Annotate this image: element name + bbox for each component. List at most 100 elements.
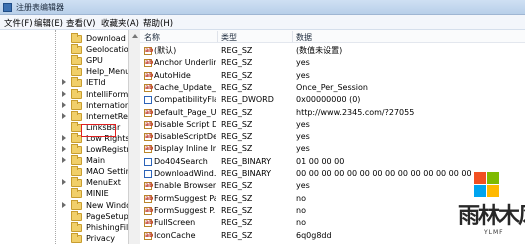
value-data: 0x00000000 (0) [296, 95, 361, 105]
expand-arrow-icon[interactable] [62, 201, 66, 208]
value-row[interactable]: abDisableScriptDe... REG_SZ yes [140, 132, 525, 143]
value-data: 6q0g8dd [296, 230, 332, 240]
folder-icon [71, 199, 82, 210]
tree-item-label: InternetReg [86, 111, 128, 121]
tree-item[interactable]: Help_Menu [0, 66, 128, 77]
tree-item[interactable]: IntelliForm [0, 88, 128, 100]
value-data: yes [296, 181, 310, 191]
value-data: 01 00 00 00 [296, 156, 345, 166]
folder-icon [71, 55, 82, 66]
column-header-data[interactable]: 数据 [296, 32, 312, 43]
value-type: REG_SZ [221, 58, 253, 68]
column-divider[interactable] [217, 31, 218, 42]
list-header: 名称 类型 数据 [140, 30, 525, 43]
value-row[interactable]: abDisable Script D... REG_SZ yes [140, 120, 525, 131]
tree-item[interactable]: MAO Settin [0, 166, 128, 177]
value-data: yes [296, 144, 310, 154]
expand-arrow-icon[interactable] [62, 90, 66, 97]
tree-item-label: Download [86, 34, 126, 43]
menu-help[interactable]: 帮助(H) [143, 17, 173, 29]
tree-item[interactable]: New Windo [0, 199, 128, 211]
value-row[interactable]: abCache_Update_F... REG_SZ Once_Per_Sessio… [140, 83, 525, 94]
value-type: REG_SZ [221, 132, 253, 142]
folder-icon [71, 66, 82, 77]
tree-item-label: Privacy [86, 233, 115, 243]
tree-item[interactable]: InternetReg [0, 110, 128, 122]
regedit-app-icon [3, 3, 12, 12]
folder-icon [71, 99, 82, 110]
value-row[interactable]: CompatibilityFla... REG_DWORD 0x00000000 (… [140, 95, 525, 106]
tree-item[interactable]: PageSetup [0, 210, 128, 222]
value-data: http://www.2345.com/?27055 [296, 107, 415, 117]
value-row[interactable]: Do404Search REG_BINARY 01 00 00 00 [140, 157, 525, 168]
tree-item[interactable]: MenuExt [0, 177, 128, 188]
tree-item[interactable]: GPU [0, 55, 128, 66]
string-value-icon: ab [144, 71, 154, 80]
menu-bar: 文件(F) 编辑(E) 查看(V) 收藏夹(A) 帮助(H) [0, 15, 525, 30]
watermark-text: 雨林木风 [458, 203, 525, 229]
tree-item-label: LowRegistr [86, 145, 128, 154]
value-row[interactable]: abDefault_Page_URL REG_SZ http://www.2345.… [140, 108, 525, 119]
tree-item[interactable]: IETld [0, 77, 128, 88]
tree-item[interactable]: Privacy [0, 232, 128, 244]
value-name: FullScreen [154, 218, 196, 228]
watermark-subtext: YLMF [484, 229, 504, 236]
string-value-icon: ab [144, 145, 154, 154]
value-name: Do404Search [154, 156, 208, 166]
logo-yellow-square [487, 185, 499, 197]
value-row[interactable]: ab AutoHide REG_SZ yes [140, 71, 525, 82]
value-data: yes [296, 119, 310, 129]
value-name: AutoHide [154, 70, 191, 80]
value-name: IconCache [154, 230, 196, 240]
tree-item[interactable]: Download [0, 33, 128, 44]
expand-arrow-icon[interactable] [62, 146, 66, 152]
tree-item-label: Main [86, 156, 106, 166]
tree-item[interactable]: LowRegistr [0, 144, 128, 155]
menu-edit[interactable]: 编辑(E) [34, 17, 63, 29]
folder-icon [71, 33, 82, 43]
folder-icon [71, 166, 82, 177]
value-row[interactable]: DownloadWind... REG_BINARY 00 00 00 00 00 … [140, 169, 525, 180]
tree-item-label: PhishingFil [86, 222, 128, 232]
value-row[interactable]: abDisplay Inline Im... REG_SZ yes [140, 144, 525, 155]
tree-item[interactable]: Main [0, 155, 128, 166]
string-value-icon: ab [144, 231, 154, 240]
expand-arrow-icon[interactable] [62, 112, 66, 119]
value-name: CompatibilityFla... [154, 95, 216, 105]
expand-arrow-icon[interactable] [62, 134, 66, 141]
tree-item[interactable]: Internation [0, 99, 128, 111]
value-row[interactable]: abEnable Browser ... REG_SZ yes [140, 181, 525, 192]
tree-item[interactable]: MINIE [0, 188, 128, 199]
string-value-icon: ab [144, 133, 154, 142]
value-row[interactable]: ab IconCache REG_SZ 6q0g8dd [140, 231, 525, 242]
folder-icon [71, 110, 82, 121]
value-row[interactable]: ab (默认) REG_SZ (数值未设置) [140, 46, 525, 57]
value-data: no [296, 205, 306, 215]
registry-key-tree[interactable]: Download Geolocatio GPU Help_Menu IETld Intel… [0, 30, 128, 244]
window-title: 注册表编辑器 [16, 3, 64, 12]
expand-arrow-icon[interactable] [62, 157, 66, 164]
column-divider[interactable] [292, 31, 293, 42]
expand-arrow-icon[interactable] [62, 179, 66, 186]
value-row[interactable]: abAnchor Underline REG_SZ yes [140, 58, 525, 69]
menu-favorites[interactable]: 收藏夹(A) [101, 17, 139, 29]
scroll-up-arrow-icon[interactable] [132, 34, 138, 38]
column-header-name[interactable]: 名称 [144, 32, 160, 43]
tree-item[interactable]: Geolocatio [0, 44, 128, 55]
expand-arrow-icon[interactable] [62, 79, 66, 86]
folder-icon [71, 177, 82, 188]
column-header-type[interactable]: 类型 [221, 32, 237, 43]
value-data: 00 00 00 00 00 00 00 00 00 00 00 00 00 0… [296, 169, 471, 178]
menu-view[interactable]: 查看(V) [66, 17, 95, 29]
tree-scrollbar[interactable] [128, 30, 140, 244]
tree-item-label: MAO Settin [86, 167, 128, 177]
value-type: REG_BINARY [221, 156, 272, 166]
string-value-icon: ab [144, 120, 154, 129]
string-value-icon: ab [144, 206, 154, 215]
tree-item[interactable]: PhishingFil [0, 221, 128, 233]
expand-arrow-icon[interactable] [62, 101, 66, 108]
value-data: yes [296, 70, 310, 80]
tree-item-label: Internation [86, 100, 128, 110]
menu-file[interactable]: 文件(F) [4, 17, 33, 29]
tree-item-label: New Windo [86, 200, 128, 210]
